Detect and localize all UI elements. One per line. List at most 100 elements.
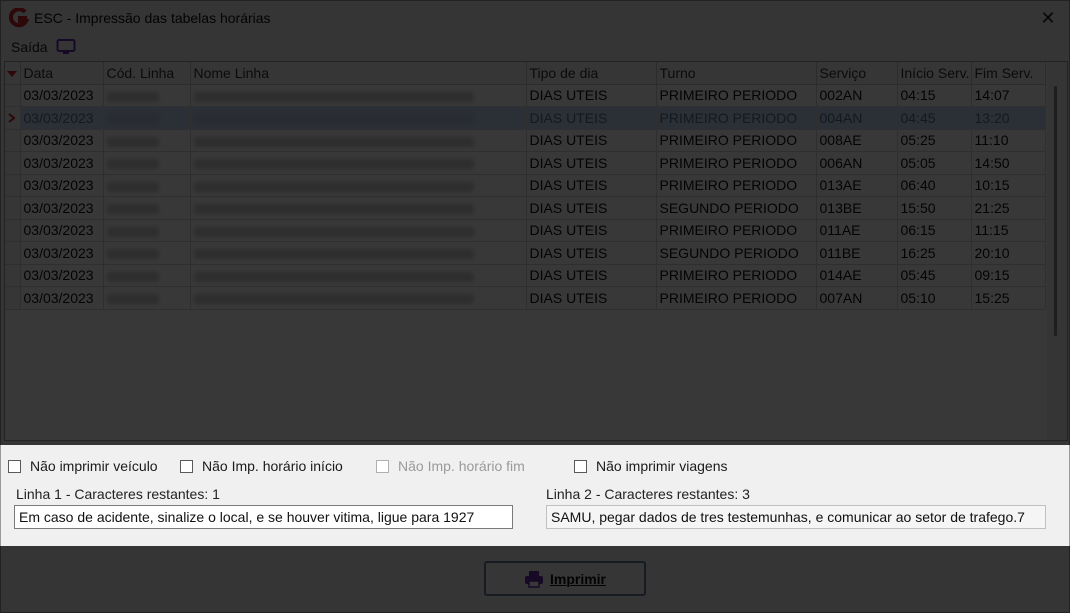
cell-date[interactable]: 03/03/2023 [20, 174, 104, 197]
row-indicator[interactable] [5, 129, 21, 152]
cell-line-name[interactable] [190, 151, 527, 175]
cell-service[interactable]: 011AE [816, 219, 898, 242]
cell-service-end[interactable]: 13:20 [971, 106, 1046, 130]
cell-date[interactable]: 03/03/2023 [20, 264, 104, 287]
cell-service[interactable]: 014AE [816, 264, 898, 287]
cell-service[interactable]: 007AN [816, 286, 898, 310]
cell-service[interactable]: 004AN [816, 106, 898, 130]
cell-line-name[interactable] [190, 219, 527, 242]
cell-line-name[interactable] [190, 196, 527, 220]
cell-service[interactable]: 013AE [816, 174, 898, 197]
cell-service-start[interactable]: 04:45 [897, 106, 972, 130]
cell-day-type[interactable]: DIAS UTEIS [526, 151, 657, 175]
cell-service-start[interactable]: 06:15 [897, 219, 972, 242]
cell-day-type[interactable]: DIAS UTEIS [526, 286, 657, 310]
cell-day-type[interactable]: DIAS UTEIS [526, 129, 657, 152]
cell-day-type[interactable]: DIAS UTEIS [526, 106, 657, 130]
cell-shift[interactable]: PRIMEIRO PERIODO [656, 84, 817, 107]
cell-shift[interactable]: PRIMEIRO PERIODO [656, 151, 817, 175]
checkbox-box[interactable] [8, 459, 21, 473]
cell-service[interactable]: 002AN [816, 84, 898, 107]
checkbox-box[interactable] [180, 459, 193, 473]
cell-day-type[interactable]: DIAS UTEIS [526, 241, 657, 265]
cell-line-code[interactable] [103, 219, 191, 242]
monitor-icon[interactable] [56, 38, 76, 56]
cell-shift[interactable]: PRIMEIRO PERIODO [656, 174, 817, 197]
table-row[interactable]: 03/03/2023 DIAS UTEIS PRIMEIRO PERIODO 007A… [5, 286, 1046, 310]
cell-service-start[interactable]: 04:15 [897, 84, 972, 107]
cell-service-start[interactable]: 16:25 [897, 241, 972, 265]
cell-service-end[interactable]: 10:15 [971, 174, 1046, 197]
table-row[interactable]: 03/03/2023 DIAS UTEIS PRIMEIRO PERIODO 008A… [5, 129, 1046, 152]
cell-service-end[interactable]: 14:07 [971, 84, 1046, 107]
column-header-shift[interactable]: Turno [656, 62, 817, 85]
cell-line-code[interactable] [103, 174, 191, 197]
cell-line-code[interactable] [103, 196, 191, 220]
cell-service[interactable]: 006AN [816, 151, 898, 175]
cell-shift[interactable]: SEGUNDO PERIODO [656, 196, 817, 220]
cell-line-name[interactable] [190, 264, 527, 287]
row-indicator[interactable] [5, 219, 21, 242]
cell-day-type[interactable]: DIAS UTEIS [526, 174, 657, 197]
cell-date[interactable]: 03/03/2023 [20, 286, 104, 310]
timetable-grid[interactable]: Data Cód. Linha Nome Linha Tipo de dia T… [4, 61, 1068, 441]
cell-service-end[interactable]: 15:25 [971, 286, 1046, 310]
cell-service-end[interactable]: 11:10 [971, 129, 1046, 152]
cell-shift[interactable]: PRIMEIRO PERIODO [656, 129, 817, 152]
cell-service-start[interactable]: 15:50 [897, 196, 972, 220]
cell-line-code[interactable] [103, 129, 191, 152]
cell-line-name[interactable] [190, 286, 527, 310]
column-header-line-name[interactable]: Nome Linha [190, 62, 527, 85]
line2-input[interactable]: SAMU, pegar dados de tres testemunhas, e… [546, 505, 1046, 529]
cell-service-start[interactable]: 05:25 [897, 129, 972, 152]
row-indicator[interactable] [5, 151, 21, 175]
cell-line-name[interactable] [190, 174, 527, 197]
cell-service[interactable]: 013BE [816, 196, 898, 220]
cell-service-end[interactable]: 21:25 [971, 196, 1046, 220]
checkbox-box[interactable] [574, 459, 587, 473]
cell-date[interactable]: 03/03/2023 [20, 219, 104, 242]
cell-service-end[interactable]: 20:10 [971, 241, 1046, 265]
row-indicator[interactable] [5, 286, 21, 310]
cell-day-type[interactable]: DIAS UTEIS [526, 84, 657, 107]
table-row[interactable]: 03/03/2023 DIAS UTEIS PRIMEIRO PERIODO 013A… [5, 174, 1046, 197]
cell-line-name[interactable] [190, 129, 527, 152]
cell-service-start[interactable]: 05:10 [897, 286, 972, 310]
column-header-line-code[interactable]: Cód. Linha [103, 62, 191, 85]
column-header-service-end[interactable]: Fim Serv. [971, 62, 1046, 85]
column-header-date[interactable]: Data [20, 62, 104, 85]
exit-menu-item[interactable]: Saída [11, 39, 48, 55]
cell-date[interactable]: 03/03/2023 [20, 241, 104, 265]
cell-shift[interactable]: SEGUNDO PERIODO [656, 241, 817, 265]
cell-service-end[interactable]: 09:15 [971, 264, 1046, 287]
cell-date[interactable]: 03/03/2023 [20, 106, 104, 130]
cell-service[interactable]: 008AE [816, 129, 898, 152]
cell-line-code[interactable] [103, 84, 191, 107]
cell-service-start[interactable]: 06:40 [897, 174, 972, 197]
no-print-vehicle-checkbox[interactable]: Não imprimir veículo [8, 458, 158, 474]
cell-shift[interactable]: PRIMEIRO PERIODO [656, 106, 817, 130]
cell-shift[interactable]: PRIMEIRO PERIODO [656, 286, 817, 310]
close-icon[interactable]: ✕ [1037, 7, 1059, 29]
cell-line-code[interactable] [103, 264, 191, 287]
cell-date[interactable]: 03/03/2023 [20, 196, 104, 220]
cell-service[interactable]: 011BE [816, 241, 898, 265]
cell-date[interactable]: 03/03/2023 [20, 129, 104, 152]
table-row[interactable]: 03/03/2023 DIAS UTEIS SEGUNDO PERIODO 011BE… [5, 241, 1046, 265]
row-indicator[interactable] [5, 106, 21, 130]
cell-service-end[interactable]: 11:15 [971, 219, 1046, 242]
cell-line-code[interactable] [103, 151, 191, 175]
cell-shift[interactable]: PRIMEIRO PERIODO [656, 219, 817, 242]
no-print-start-time-checkbox[interactable]: Não Imp. horário início [180, 458, 343, 474]
no-print-trips-checkbox[interactable]: Não imprimir viagens [574, 458, 727, 474]
table-row[interactable]: 03/03/2023 DIAS UTEIS PRIMEIRO PERIODO 002A… [5, 84, 1046, 107]
row-indicator[interactable] [5, 174, 21, 197]
row-indicator[interactable] [5, 196, 21, 220]
cell-line-name[interactable] [190, 84, 527, 107]
table-row[interactable]: 03/03/2023 DIAS UTEIS PRIMEIRO PERIODO 014A… [5, 264, 1046, 287]
cell-service-end[interactable]: 14:50 [971, 151, 1046, 175]
cell-day-type[interactable]: DIAS UTEIS [526, 264, 657, 287]
cell-line-name[interactable] [190, 241, 527, 265]
cell-line-code[interactable] [103, 241, 191, 265]
cell-service-start[interactable]: 05:05 [897, 151, 972, 175]
